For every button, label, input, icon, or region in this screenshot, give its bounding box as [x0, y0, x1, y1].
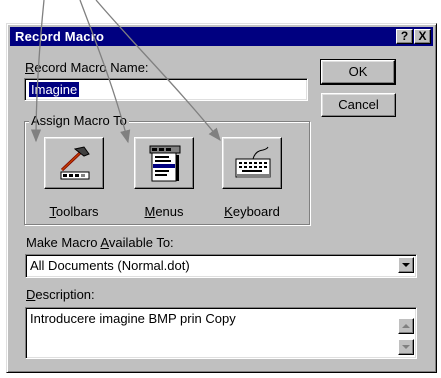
- macro-name-input[interactable]: Imagine: [24, 78, 308, 101]
- record-macro-dialog: Record Macro ? X Record Macro Name: Imag…: [6, 23, 437, 373]
- close-button[interactable]: X: [414, 29, 431, 44]
- hammer-icon: [60, 146, 90, 180]
- cancel-button[interactable]: Cancel: [321, 93, 396, 117]
- ok-button-frame: OK: [320, 59, 396, 85]
- description-value: Introducere imagine BMP prin Copy: [30, 311, 236, 326]
- macro-name-label: Record Macro Name:: [25, 60, 149, 75]
- help-icon: ?: [400, 29, 409, 43]
- keyboard-icon: [235, 146, 271, 178]
- available-to-label: Make Macro Available To:: [26, 235, 174, 250]
- window-title: Record Macro: [15, 29, 105, 44]
- available-to-value: All Documents (Normal.dot): [30, 258, 190, 273]
- scroll-up-icon[interactable]: [398, 318, 414, 334]
- keyboard-button[interactable]: [222, 137, 282, 189]
- description-textarea[interactable]: Introducere imagine BMP prin Copy: [25, 307, 417, 359]
- help-button[interactable]: ?: [396, 29, 413, 44]
- keyboard-label: Keyboard: [224, 204, 280, 219]
- menu-icon: [149, 145, 181, 182]
- close-icon: X: [418, 29, 427, 43]
- description-label: Description:: [26, 287, 95, 302]
- assign-group-title: Assign Macro To: [29, 113, 129, 128]
- toolbars-label: Toolbars: [49, 204, 99, 219]
- scroll-down-icon[interactable]: [398, 339, 414, 355]
- menus-label: Menus: [144, 204, 184, 219]
- ok-button[interactable]: OK: [321, 60, 395, 84]
- toolbars-button[interactable]: [44, 137, 104, 189]
- title-bar[interactable]: Record Macro ? X: [10, 27, 433, 46]
- available-to-select[interactable]: All Documents (Normal.dot): [25, 254, 417, 278]
- menus-button[interactable]: [134, 137, 194, 189]
- chevron-down-icon[interactable]: [398, 257, 414, 273]
- macro-name-value: Imagine: [29, 82, 80, 97]
